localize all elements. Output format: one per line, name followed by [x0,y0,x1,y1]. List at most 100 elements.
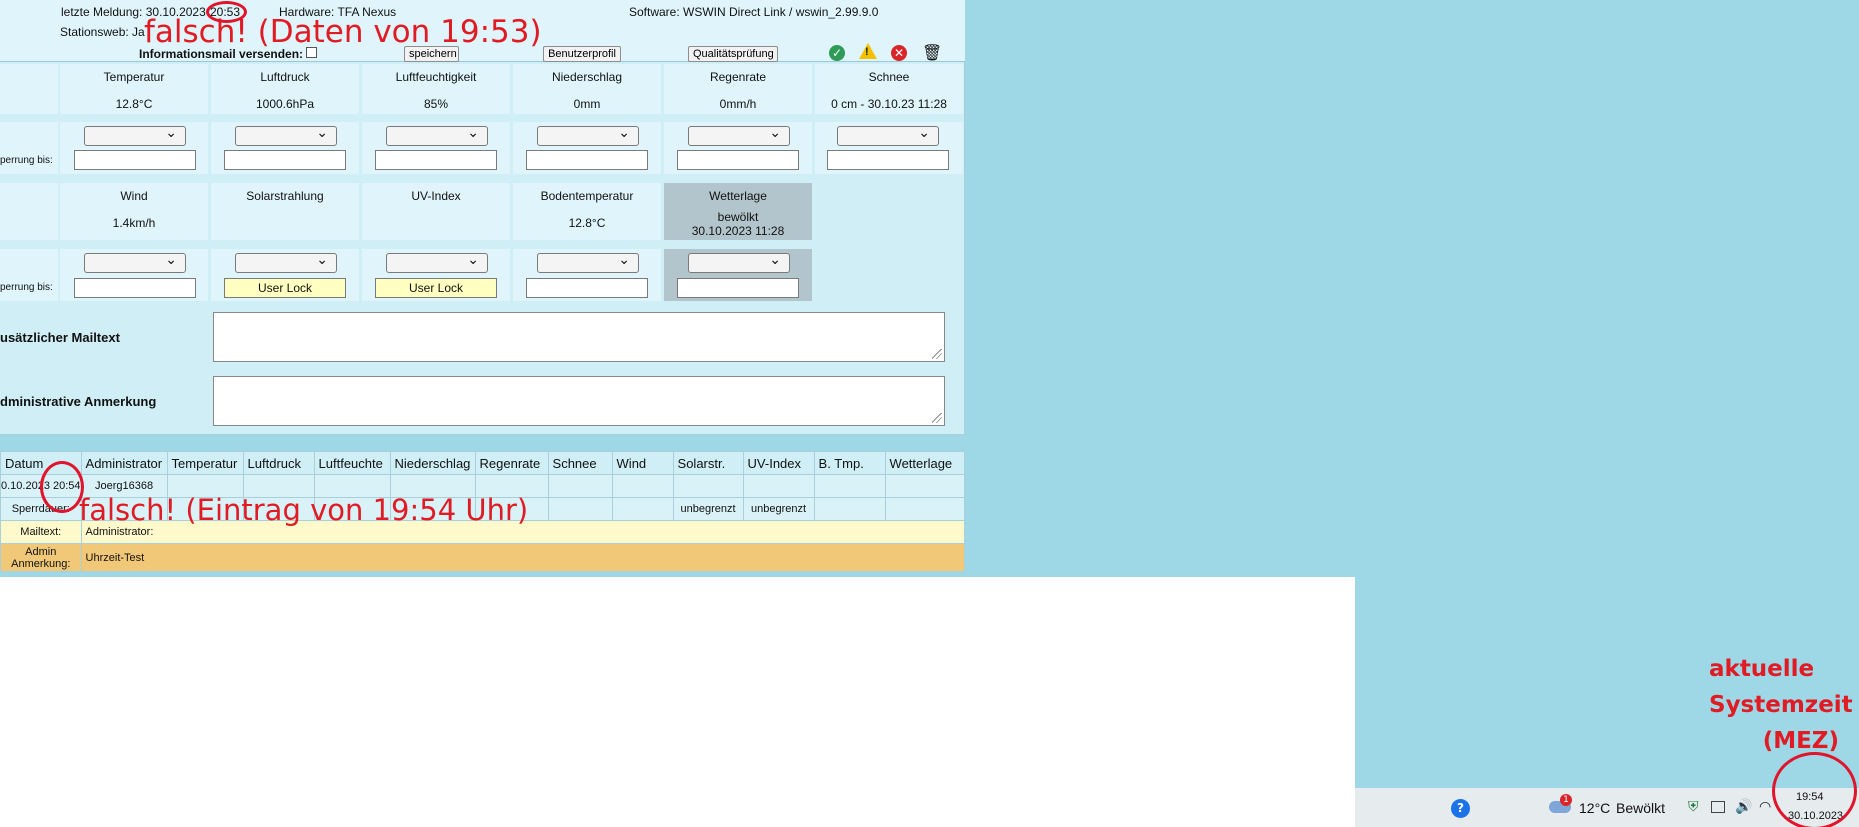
error-x-icon[interactable]: ✕ [891,45,907,61]
lock-select-solar[interactable] [235,252,337,273]
snow-value: 0 cm - 30.10.23 11:28 [831,97,947,111]
station-admin-panel: letzte Meldung: 30.10.2023 20:53 Hardwar… [0,0,965,435]
tray-app-icon[interactable] [1711,801,1725,813]
lock-select-uv[interactable] [386,252,488,273]
lock-select-precipitation[interactable] [537,125,639,146]
row1-spacer-cell [0,64,58,114]
lock-select-weather[interactable] [688,252,790,273]
lock-select-rainrate[interactable] [688,125,790,146]
lock-select-humidity[interactable] [386,125,488,146]
temperature-label: Temperatur [103,70,165,84]
sperrdauer-soil-temp [813,497,886,521]
entry-wind [611,474,674,498]
security-shield-icon[interactable]: ⛨ [1688,799,1699,815]
weather-condition-value: bewölkt [717,210,759,224]
lock-select-temperature[interactable] [84,125,186,146]
temperature-cell: Temperatur 12.8°C [60,64,208,114]
lock-until-temperature[interactable] [74,150,196,170]
col-snow: Schnee [547,451,613,475]
wifi-icon[interactable]: ◠ [1759,799,1771,815]
entry-snow [547,474,613,498]
mailtext-label: usätzlicher Mailtext [0,330,120,345]
lock-cell-precipitation [513,122,661,174]
lock-select-snow[interactable] [837,125,939,146]
mailtext-textarea[interactable] [213,312,945,362]
weather-text[interactable]: Bewölkt [1616,800,1665,816]
col-temperature: Temperatur [166,451,244,475]
weather-condition-cell: Wetterlage bewölkt 30.10.2023 11:28 [664,183,812,240]
annotation-entry-time-wrong: falsch! (Eintrag von 19:54 Uhr) [79,493,529,527]
humidity-value: 85% [423,97,449,111]
sperrung-label-cell-2: perrung bis: [0,249,58,301]
lock-until-uv[interactable]: User Lock [375,278,497,298]
admin-label-line1: Admin [25,545,57,558]
lock-until-rainrate[interactable] [677,150,799,170]
entry-soil-temp [813,474,886,498]
lock-until-precipitation[interactable] [526,150,648,170]
trash-icon[interactable]: 🗑 [922,43,942,62]
col-rainrate: Regenrate [474,451,549,475]
weather-condition-label: Wetterlage [709,189,767,203]
annotation-data-time-wrong: falsch! (Daten von 19:53) [144,14,542,50]
soil-temperature-value: 12.8°C [568,216,606,230]
uv-label: UV-Index [411,189,461,203]
lock-until-solar[interactable]: User Lock [224,278,346,298]
lock-until-weather[interactable] [677,278,799,298]
col-pressure: Luftdruck [242,451,315,475]
col-wind: Wind [611,451,674,475]
blank-area [0,577,1355,827]
solar-cell: Solarstrahlung [211,183,359,240]
pressure-cell: Luftdruck 1000.6hPa [211,64,359,114]
snow-cell: Schnee 0 cm - 30.10.23 11:28 [815,64,963,114]
admin-note-textarea[interactable] [213,376,945,426]
highlight-ring-entry-time [40,461,84,513]
lock-until-wind[interactable] [74,278,196,298]
pressure-value: 1000.6hPa [255,97,315,111]
lock-until-pressure[interactable] [224,150,346,170]
lock-cell-humidity [362,122,510,174]
lock-until-humidity[interactable] [375,150,497,170]
precipitation-value: 0mm [573,97,601,111]
lock-select-soil[interactable] [537,252,639,273]
warning-icon[interactable]: ! [859,43,877,59]
sperrung-label-2: perrung bis: [0,282,53,293]
sperrung-label-cell: perrung bis: [0,122,58,174]
sperrdauer-snow [547,497,613,521]
wind-label: Wind [120,189,148,203]
lock-select-pressure[interactable] [235,125,337,146]
soil-temperature-label: Bodentemperatur [540,189,634,203]
col-precipitation: Niederschlag [389,451,476,475]
uv-cell: UV-Index [362,183,510,240]
col-solar: Solarstr. [672,451,744,475]
lock-select-wind[interactable] [84,252,186,273]
stationsweb-info: Stationsweb: Ja [60,25,145,39]
admin-note-label: dministrative Anmerkung [0,394,157,409]
rainrate-value: 0mm/h [719,97,757,111]
ok-check-icon[interactable]: ✓ [829,45,845,61]
lock-until-soil[interactable] [526,278,648,298]
col-uv: UV-Index [742,451,815,475]
col-admin: Administrator [80,451,168,475]
wind-cell: Wind 1.4km/h [60,183,208,240]
annotation-system-time-line1: aktuelle [1709,656,1815,682]
lock-cell-soil [513,249,661,301]
lock-until-snow[interactable] [827,150,949,170]
row2-spacer-cell [0,183,58,240]
temperature-value: 12.8°C [115,97,153,111]
volume-icon[interactable]: 🔊 [1735,799,1752,815]
help-icon[interactable]: ? [1451,799,1470,818]
col-weather: Wetterlage [884,451,966,475]
log-header-row: Datum Administrator Temperatur Luftdruck… [0,451,966,475]
lock-cell-snow [815,122,963,174]
quality-check-button[interactable]: Qualitätsprüfung [688,46,778,62]
weather-condition-date: 30.10.2023 11:28 [691,224,785,238]
lock-cell-rainrate [664,122,812,174]
sperrdauer-weather [884,497,966,521]
sperrung-label: perrung bis: [0,155,53,166]
solar-label: Solarstrahlung [246,189,324,203]
lock-cell-wind [60,249,208,301]
weather-badge: 1 [1560,794,1572,806]
annotation-system-time: aktuelle Systemzeit (MEZ) [1709,651,1853,759]
weather-temp[interactable]: 12°C [1579,800,1610,816]
user-profile-button[interactable]: Benutzerprofil [543,46,621,62]
